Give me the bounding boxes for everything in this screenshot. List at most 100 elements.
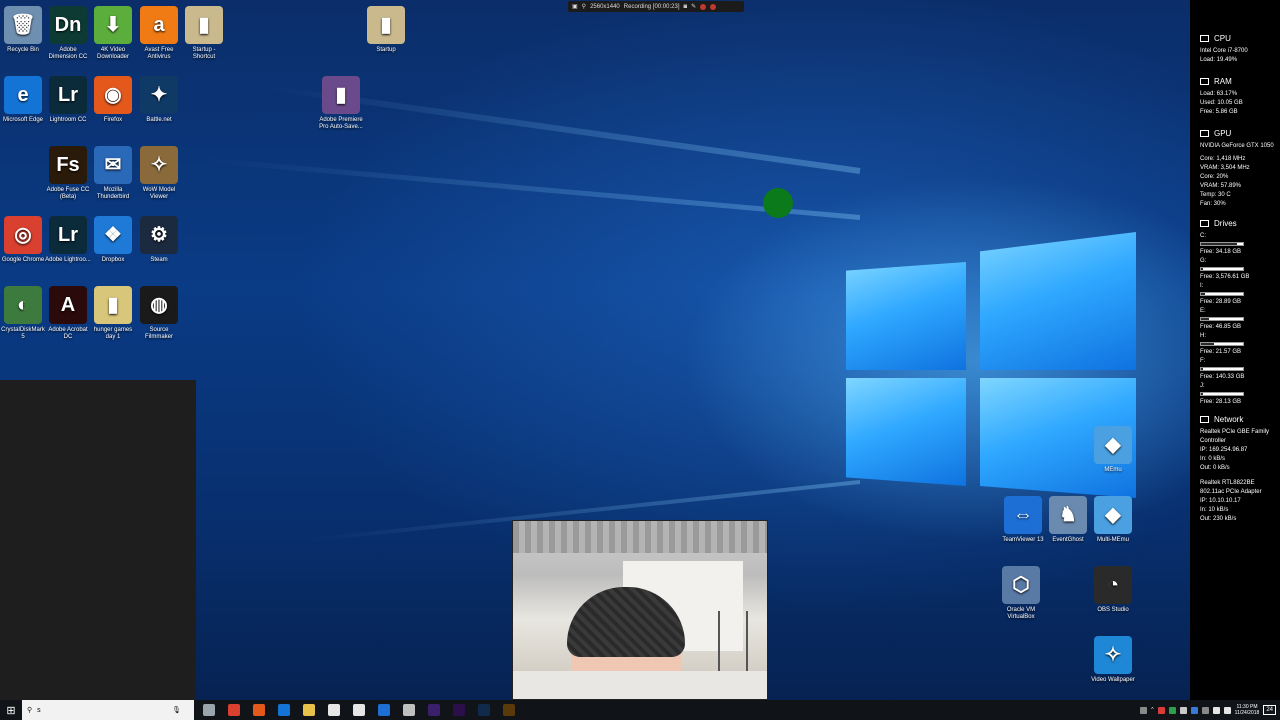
taskbar-app-button[interactable] [374, 700, 394, 720]
drives-section-header: Drives [1200, 219, 1280, 228]
camera-icon[interactable]: ◙ [684, 4, 688, 10]
desktop-icon[interactable]: ▮ Startup - Shortcut [181, 6, 227, 61]
notification-center-button[interactable]: 24 [1263, 705, 1276, 715]
drive-free: Free: 28.13 GB [1200, 399, 1242, 405]
taskbar-app-button[interactable] [474, 700, 494, 720]
chevron-up-icon[interactable]: ^ [1151, 707, 1153, 713]
desktop-icon[interactable]: ◔ OBS Studio [1090, 566, 1136, 614]
taskbar-app-button[interactable] [324, 700, 344, 720]
desktop-icon[interactable]: ▮ hunger games day 1 [90, 286, 136, 341]
desktop-icon[interactable]: ⚙ Steam [136, 216, 182, 264]
desktop-icon-label: Dropbox [101, 257, 125, 263]
taskbar-app-button[interactable] [449, 700, 469, 720]
desktop-icon[interactable]: ◆ Multi-MEmu [1090, 496, 1136, 544]
cpu-icon [1200, 35, 1209, 42]
desktop-icon-label: Firefox [103, 117, 123, 123]
network-adapter-name: Realtek PCIe GBE Family Controller [1200, 429, 1270, 444]
desktop-icon[interactable]: ▮ Adobe Premiere Pro Auto-Save... [318, 76, 364, 131]
taskbar-apps [194, 700, 519, 720]
desktop-icon[interactable]: ⇔ TeamViewer 13 [1000, 496, 1046, 544]
ram-used: Used: 10.05 GB [1200, 100, 1243, 106]
app-icon: ◆ [1094, 426, 1132, 464]
gpu-section-header: GPU [1200, 129, 1280, 138]
people-icon[interactable] [1140, 706, 1148, 714]
mail-icon [353, 704, 365, 716]
desktop-icon[interactable]: ⬇ 4K Video Downloader [90, 6, 136, 61]
taskbar-app-button[interactable] [499, 700, 519, 720]
taskbar-search-box[interactable]: ⚲ 🎙 [22, 700, 194, 720]
desktop-icon[interactable]: ✦ Battle.net [136, 76, 182, 124]
desktop-icon[interactable]: ◆ MEmu [1090, 426, 1136, 474]
recording-status: Recording [00:00:23] [623, 3, 680, 10]
app-icon: ◔ [1094, 566, 1132, 604]
app-icon: ❖ [94, 216, 132, 254]
search-icon: ⚲ [27, 707, 33, 714]
tray-app-icon[interactable] [1201, 706, 1209, 714]
microphone-icon[interactable]: 🎙 [172, 706, 181, 714]
volume-icon[interactable] [1212, 706, 1220, 714]
drive-free: Free: 3,576.61 GB [1200, 274, 1250, 280]
drive-item: G: Free: 3,576.61 GB [1200, 257, 1280, 282]
clock[interactable]: 11:30 PM 11/24/2018 [1235, 704, 1260, 716]
desktop-icon[interactable]: ✧ Video Wallpaper [1090, 636, 1136, 684]
desktop-icon[interactable]: ❖ Dropbox [90, 216, 136, 264]
record-dot-icon[interactable] [700, 3, 707, 10]
webcam-overlay [512, 520, 768, 700]
desktop-icon[interactable]: a Avast Free Antivirus [136, 6, 182, 61]
desktop-icon[interactable]: ◍ Source Filmmaker [136, 286, 182, 341]
taskbar-app-button[interactable] [199, 700, 219, 720]
desktop-icon[interactable]: ◉ Firefox [90, 76, 136, 124]
network-adapter-out: Out: 0 kB/s [1200, 465, 1230, 471]
taskbar-app-button[interactable] [249, 700, 269, 720]
drive-letter: J: [1200, 383, 1205, 389]
desktop-icon[interactable]: Lr Lightroom CC [45, 76, 91, 124]
tray-app-icon[interactable] [1168, 706, 1176, 714]
taskbar-app-button[interactable] [349, 700, 369, 720]
desktop-icon-label: Google Chrome [1, 257, 45, 263]
start-menu-panel [0, 380, 196, 700]
taskbar-app-button[interactable] [424, 700, 444, 720]
desktop-icon[interactable]: ⬡ Oracle VM VirtualBox [998, 566, 1044, 621]
desktop-icon[interactable]: A Adobe Acrobat DC [45, 286, 91, 341]
wallpaper-window-pane [846, 262, 966, 370]
desktop-icon[interactable]: ▮ Startup [363, 6, 409, 54]
drive-usage-fill [1201, 393, 1204, 395]
tray-app-icon[interactable] [1190, 706, 1198, 714]
desktop-icon[interactable]: ✉ Mozilla Thunderbird [90, 146, 136, 201]
desktop-icon[interactable]: Fs Adobe Fuse CC (Beta) [45, 146, 91, 201]
drive-letter: E: [1200, 308, 1206, 314]
drive-letter: H: [1200, 333, 1206, 339]
desktop-icon[interactable]: ◎ Google Chrome [0, 216, 46, 264]
taskbar-app-button[interactable] [299, 700, 319, 720]
desktop-icon[interactable]: Lr Adobe Lightroo... [45, 216, 91, 264]
desktop-icon[interactable]: ✧ WoW Model Viewer [136, 146, 182, 201]
taskbar-app-button[interactable] [274, 700, 294, 720]
search-input[interactable] [37, 706, 168, 714]
desktop-icon[interactable]: e Microsoft Edge [0, 76, 46, 124]
desktop-icon-label: Oracle VM VirtualBox [1006, 607, 1036, 620]
app-icon: A [49, 286, 87, 324]
stop-dot-icon[interactable] [710, 3, 717, 10]
desktop-icon-label: 4K Video Downloader [96, 47, 130, 60]
network-tray-icon[interactable] [1223, 706, 1231, 714]
start-button[interactable]: ⊞ [0, 700, 22, 720]
tray-app-icon[interactable] [1179, 706, 1187, 714]
teamviewer-icon [378, 704, 390, 716]
desktop-icon[interactable]: ♞ EventGhost [1045, 496, 1091, 544]
drive-usage-bar [1200, 242, 1244, 246]
desktop-icon-label: Multi-MEmu [1096, 537, 1129, 543]
desktop-icon-label: Lightroom CC [49, 117, 87, 123]
taskbar-app-button[interactable] [224, 700, 244, 720]
desktop-icon[interactable]: ◐ CrystalDiskMark 5 [0, 286, 46, 341]
drive-item: C: Free: 34.18 GB [1200, 232, 1280, 257]
desktop-icon[interactable]: 🗑 Recycle Bin [0, 6, 46, 54]
app-icon: ⇔ [1004, 496, 1042, 534]
settings-icon [403, 704, 415, 716]
pencil-icon[interactable]: ✎ [691, 3, 696, 10]
taskbar-app-button[interactable] [399, 700, 419, 720]
desktop-icon[interactable]: Dn Adobe Dimension CC [45, 6, 91, 61]
drive-item: J: Free: 28.13 GB [1200, 382, 1280, 407]
file-explorer-icon [303, 704, 315, 716]
recording-toolbar[interactable]: ▣ ⚲ 2560x1440 Recording [00:00:23] ◙ ✎ [568, 1, 744, 12]
tray-app-icon[interactable] [1157, 706, 1165, 714]
